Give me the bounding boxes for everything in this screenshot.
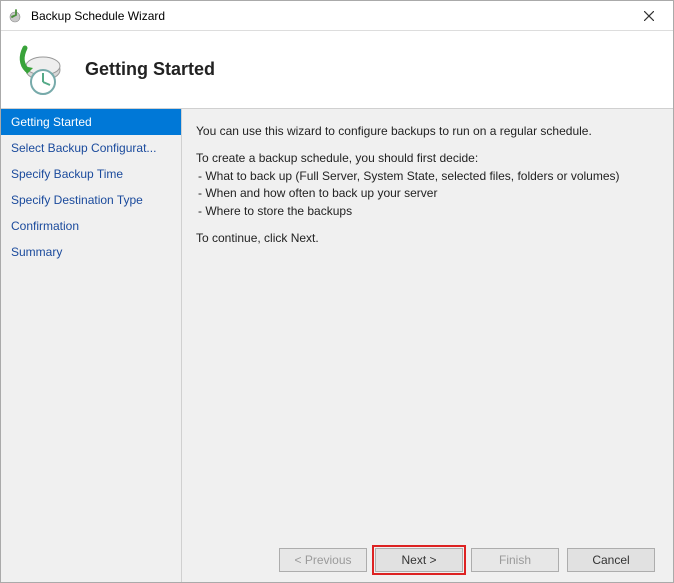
close-icon (644, 11, 654, 21)
header-banner: Getting Started (1, 31, 673, 109)
page-title: Getting Started (85, 59, 215, 80)
sidebar-item-specify-backup-time[interactable]: Specify Backup Time (1, 161, 181, 187)
footer-buttons: < Previous Next > Finish Cancel (196, 538, 655, 572)
content-area: You can use this wizard to configure bac… (182, 109, 673, 582)
decide-intro: To create a backup schedule, you should … (196, 150, 655, 167)
sidebar-item-select-backup-config[interactable]: Select Backup Configurat... (1, 135, 181, 161)
body: Getting Started Select Backup Configurat… (1, 109, 673, 582)
continue-text: To continue, click Next. (196, 230, 655, 247)
sidebar-item-label: Confirmation (11, 219, 79, 233)
sidebar-item-label: Specify Destination Type (11, 193, 143, 207)
spacer (196, 257, 655, 538)
decide-block: To create a backup schedule, you should … (196, 150, 655, 220)
sidebar: Getting Started Select Backup Configurat… (1, 109, 182, 582)
intro-text: You can use this wizard to configure bac… (196, 123, 655, 140)
sidebar-item-label: Getting Started (11, 115, 92, 129)
content-text: You can use this wizard to configure bac… (196, 123, 655, 257)
sidebar-item-getting-started[interactable]: Getting Started (1, 109, 181, 135)
sidebar-item-confirmation[interactable]: Confirmation (1, 213, 181, 239)
sidebar-item-label: Specify Backup Time (11, 167, 123, 181)
next-button[interactable]: Next > (375, 548, 463, 572)
close-button[interactable] (629, 2, 669, 30)
sidebar-item-label: Summary (11, 245, 62, 259)
titlebar: Backup Schedule Wizard (1, 1, 673, 31)
previous-button: < Previous (279, 548, 367, 572)
wizard-window: Backup Schedule Wizard Getting Started (0, 0, 674, 583)
sidebar-item-specify-destination-type[interactable]: Specify Destination Type (1, 187, 181, 213)
bullet-what: - What to back up (Full Server, System S… (196, 168, 655, 185)
bullet-where: - Where to store the backups (196, 203, 655, 220)
cancel-button[interactable]: Cancel (567, 548, 655, 572)
finish-button: Finish (471, 548, 559, 572)
sidebar-item-summary[interactable]: Summary (1, 239, 181, 265)
app-icon (9, 8, 25, 24)
wizard-icon (13, 42, 69, 98)
window-title: Backup Schedule Wizard (31, 9, 629, 23)
sidebar-item-label: Select Backup Configurat... (11, 141, 156, 155)
bullet-when: - When and how often to back up your ser… (196, 185, 655, 202)
